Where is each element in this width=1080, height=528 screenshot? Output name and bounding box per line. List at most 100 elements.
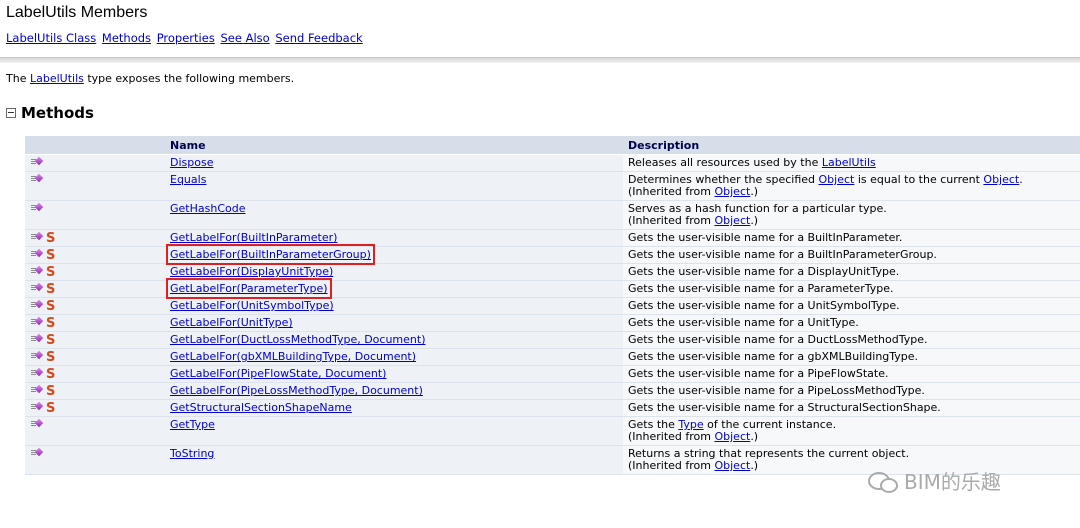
table-row: S GetStructuralSectionShapeName Gets the u…: [25, 399, 1080, 417]
public-method-icon: [31, 350, 45, 361]
inherited-prefix: (Inherited from: [628, 430, 715, 443]
inherited-suffix: .): [750, 214, 759, 227]
public-method-icon: [31, 202, 45, 213]
page-header: LabelUtils Members LabelUtils Class Meth…: [0, 0, 1080, 58]
member-link[interactable]: GetLabelFor(UnitType): [170, 316, 293, 329]
intro-link[interactable]: LabelUtils: [30, 72, 84, 85]
table-row: S GetLabelFor(PipeFlowState, Document) Get…: [25, 365, 1080, 383]
nav-link-send-feedback[interactable]: Send Feedback: [275, 31, 362, 45]
page-title: LabelUtils Members: [6, 4, 148, 21]
member-link[interactable]: GetLabelFor(PipeFlowState, Document): [170, 367, 386, 380]
member-link[interactable]: GetLabelFor(UnitSymbolType): [170, 299, 334, 312]
inherited-prefix: (Inherited from: [628, 214, 715, 227]
table-row: S GetLabelFor(BuiltInParameterGroup) Gets …: [25, 244, 1080, 265]
member-description-cell: Releases all resources used by the Label…: [623, 154, 1080, 172]
table-row: S GetLabelFor(gbXMLBuildingType, Document…: [25, 348, 1080, 366]
table-row: S GetLabelFor(UnitType) Gets the user-visi…: [25, 314, 1080, 332]
table-row: S GetLabelFor(DisplayUnitType) Gets the us…: [25, 263, 1080, 281]
table-row: GetType Gets the Type of the current inst…: [25, 416, 1080, 446]
member-link[interactable]: GetLabelFor(DuctLossMethodType, Document…: [170, 333, 425, 346]
member-link[interactable]: Dispose: [170, 156, 213, 169]
public-method-icon: [31, 316, 45, 327]
static-icon: S: [46, 265, 56, 280]
description-text: Gets the user-visible name for a PipeFlo…: [628, 367, 889, 380]
public-method-icon: [31, 367, 45, 378]
static-icon: S: [46, 401, 56, 416]
nav-link-methods[interactable]: Methods: [102, 31, 151, 45]
member-link[interactable]: GetLabelFor(DisplayUnitType): [170, 265, 333, 278]
description-link[interactable]: Object: [983, 173, 1019, 186]
member-link[interactable]: GetHashCode: [170, 202, 245, 215]
public-method-icon: [31, 282, 45, 293]
member-name-cell: Equals: [165, 171, 623, 201]
member-icon-cell: S: [25, 399, 165, 417]
member-name-cell: GetLabelFor(UnitType): [165, 314, 623, 332]
member-description-cell: Gets the user-visible name for a Structu…: [623, 399, 1080, 417]
static-icon: S: [46, 367, 56, 382]
table-header-row: Name Description: [25, 136, 1080, 155]
watermark: BIM的乐趣: [868, 466, 1001, 495]
member-description-cell: Gets the user-visible name for a gbXMLBu…: [623, 348, 1080, 366]
description-link[interactable]: LabelUtils: [822, 156, 876, 169]
description-text: Gets the user-visible name for a gbXMLBu…: [628, 350, 919, 363]
member-link[interactable]: GetType: [170, 418, 215, 431]
public-method-icon: [31, 248, 45, 259]
collapse-icon[interactable]: [6, 108, 16, 118]
member-description-cell: Gets the user-visible name for a UnitSym…: [623, 297, 1080, 315]
member-icon-cell: S: [25, 297, 165, 315]
table-row: GetHashCode Serves as a hash function for…: [25, 200, 1080, 230]
table-row: Dispose Releases all resources used by th…: [25, 154, 1080, 172]
member-icon-cell: [25, 445, 165, 475]
member-description-cell: Gets the user-visible name for a Display…: [623, 263, 1080, 281]
name-column-header: Name: [165, 136, 623, 155]
description-text: Gets the user-visible name for a UnitTyp…: [628, 316, 859, 329]
icon-column-header: [25, 136, 165, 155]
public-method-icon: [31, 447, 45, 458]
nav-link-see-also[interactable]: See Also: [220, 31, 269, 45]
section-title: Methods: [21, 104, 94, 122]
member-link[interactable]: GetLabelFor(PipeLossMethodType, Document…: [170, 384, 423, 397]
description-link[interactable]: Object: [819, 173, 855, 186]
wechat-icon: [868, 470, 898, 493]
table-row: S GetLabelFor(PipeLossMethodType, Documen…: [25, 382, 1080, 400]
member-link[interactable]: Equals: [170, 173, 206, 186]
inherited-prefix: (Inherited from: [628, 185, 715, 198]
table-row: S GetLabelFor(UnitSymbolType) Gets the use…: [25, 297, 1080, 315]
description-text: Gets the user-visible name for a BuiltIn…: [628, 231, 903, 244]
public-method-icon: [31, 156, 45, 167]
table-row: S GetLabelFor(ParameterType) Gets the user…: [25, 278, 1080, 299]
public-method-icon: [31, 231, 45, 242]
member-name-cell: ToString: [165, 445, 623, 475]
intro-suffix: type exposes the following members.: [83, 72, 295, 85]
table-row: S GetLabelFor(BuiltInParameter) Gets the u…: [25, 229, 1080, 247]
member-name-cell: GetLabelFor(PipeFlowState, Document): [165, 365, 623, 383]
inherited-from-link[interactable]: Object: [714, 185, 750, 198]
public-method-icon: [31, 401, 45, 412]
member-link[interactable]: GetLabelFor(ParameterType): [166, 278, 332, 299]
nav-link-properties[interactable]: Properties: [157, 31, 215, 45]
inherited-from-link[interactable]: Object: [714, 214, 750, 227]
member-link[interactable]: GetLabelFor(BuiltInParameterGroup): [166, 244, 375, 265]
member-description-cell: Gets the Type of the current instance. (I…: [623, 416, 1080, 446]
member-description-cell: Gets the user-visible name for a DuctLos…: [623, 331, 1080, 349]
inherited-from-link[interactable]: Object: [714, 430, 750, 443]
table-row: S GetLabelFor(DuctLossMethodType, Documen…: [25, 331, 1080, 349]
member-link[interactable]: GetLabelFor(gbXMLBuildingType, Document): [170, 350, 416, 363]
member-icon-cell: [25, 154, 165, 172]
member-link[interactable]: GetStructuralSectionShapeName: [170, 401, 352, 414]
member-name-cell: GetLabelFor(DisplayUnitType): [165, 263, 623, 281]
member-icon-cell: S: [25, 382, 165, 400]
description-text: Gets the user-visible name for a DuctLos…: [628, 333, 928, 346]
intro-text: The LabelUtils type exposes the followin…: [6, 72, 294, 85]
member-icon-cell: [25, 171, 165, 201]
description-text: Gets the user-visible name for a Display…: [628, 265, 900, 278]
members-table: Name Description Dispose Releases all res…: [25, 136, 1080, 475]
static-icon: S: [46, 231, 56, 246]
nav-link-class[interactable]: LabelUtils Class: [6, 31, 96, 45]
inherited-from-link[interactable]: Object: [714, 459, 750, 472]
member-link[interactable]: ToString: [170, 447, 214, 460]
member-icon-cell: S: [25, 263, 165, 281]
member-link[interactable]: GetLabelFor(BuiltInParameter): [170, 231, 337, 244]
member-icon-cell: S: [25, 348, 165, 366]
public-method-icon: [31, 173, 45, 184]
